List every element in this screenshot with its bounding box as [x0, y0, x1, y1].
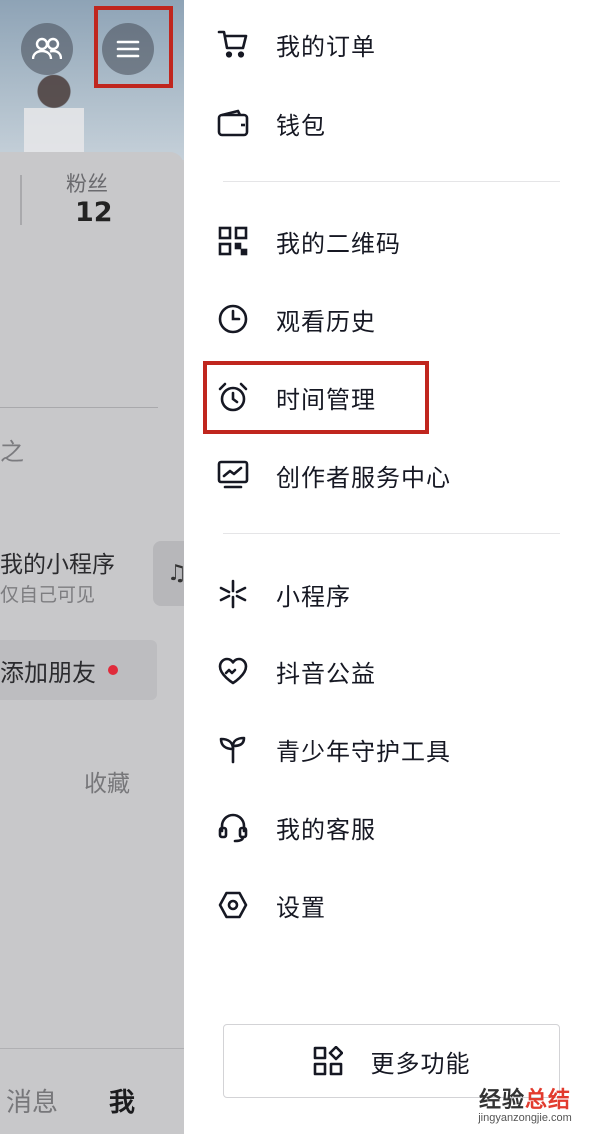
stat-divider [20, 175, 22, 225]
profile-separator [0, 407, 158, 408]
headset-icon [216, 810, 250, 844]
menu-button-highlight-box [94, 6, 173, 88]
menu-item-label: 我的客服 [276, 815, 376, 844]
watermark-title: 经验总结 [460, 1082, 590, 1114]
side-drawer: 我的订单 钱包 我的二维码 观看历史 时间管理 创作者服务中心 小程序 抖音公益… [184, 0, 600, 1134]
tab-messages[interactable]: 消息 [6, 1082, 58, 1119]
menu-item-teen-guard-tools[interactable]: 青少年守护工具 [216, 719, 586, 779]
mini-program-title: 我的小程序 [0, 552, 115, 578]
menu-item-wallet[interactable]: 钱包 [216, 93, 586, 153]
menu-item-label: 钱包 [276, 111, 326, 140]
menu-item-mini-programs[interactable]: 小程序 [216, 564, 586, 624]
menu-item-label: 我的订单 [276, 32, 376, 61]
menu-item-settings[interactable]: 设置 [216, 875, 586, 935]
cover-figure [24, 72, 84, 160]
menu-item-label: 抖音公益 [276, 659, 376, 688]
menu-divider [223, 181, 560, 182]
menu-item-label: 我的二维码 [276, 229, 401, 258]
profile-page-background: 粉丝 12 之 我的小程序 仅自己可见 ♫ 添加朋友 收藏 消息 我 [0, 0, 184, 1134]
friends-icon [32, 37, 62, 61]
music-note-icon: ♫ [167, 561, 184, 586]
grid-apps-icon [313, 1046, 343, 1076]
wallet-icon [216, 106, 250, 140]
charity-heart-icon [216, 654, 250, 688]
fans-count[interactable]: 12 [75, 197, 113, 228]
time-management-highlight-box [203, 361, 429, 434]
menu-item-label: 小程序 [276, 582, 351, 611]
menu-item-my-orders[interactable]: 我的订单 [216, 14, 586, 74]
menu-item-creator-service-center[interactable]: 创作者服务中心 [216, 445, 586, 505]
menu-item-my-qr-code[interactable]: 我的二维码 [216, 211, 586, 271]
add-friend-label: 添加朋友 [0, 658, 96, 687]
menu-item-customer-service[interactable]: 我的客服 [216, 797, 586, 857]
more-features-label: 更多功能 [370, 1049, 471, 1078]
notification-dot [108, 665, 118, 675]
cart-icon [216, 27, 250, 61]
menu-item-watch-history[interactable]: 观看历史 [216, 289, 586, 349]
sprout-icon [216, 732, 250, 766]
menu-item-label: 设置 [276, 893, 326, 922]
friends-button[interactable] [21, 23, 73, 75]
menu-divider [223, 533, 560, 534]
site-watermark: 经验总结 jingyanzongjie.com [460, 1082, 590, 1124]
qr-code-icon [216, 224, 250, 258]
menu-item-label: 青少年守护工具 [276, 737, 451, 766]
menu-item-douyin-charity[interactable]: 抖音公益 [216, 641, 586, 701]
tab-me[interactable]: 我 [109, 1082, 135, 1119]
clock-icon [216, 302, 250, 336]
tab-favorites[interactable]: 收藏 [84, 764, 130, 798]
music-tile[interactable]: ♫ [153, 541, 184, 606]
fans-label: 粉丝 [66, 172, 108, 196]
watermark-accent: 经验 [478, 1088, 525, 1113]
mini-program-icon [216, 577, 250, 611]
menu-item-label: 创作者服务中心 [276, 463, 451, 492]
add-friend-button[interactable]: 添加朋友 [0, 640, 157, 700]
watermark-url: jingyanzongjie.com [478, 1112, 572, 1124]
hexagon-settings-icon [216, 888, 250, 922]
profile-fragment-text: 之 [0, 438, 24, 466]
menu-item-label: 观看历史 [276, 307, 376, 336]
watermark-main: 总结 [525, 1088, 572, 1113]
monitor-chart-icon [216, 458, 250, 492]
mini-program-subtitle: 仅自己可见 [0, 584, 96, 606]
